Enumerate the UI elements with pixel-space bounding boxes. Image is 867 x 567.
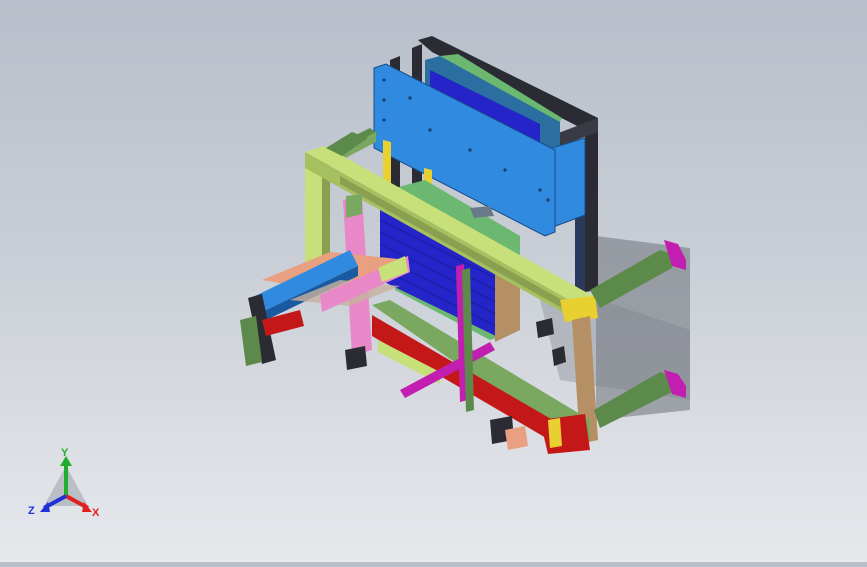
cad-3d-viewport[interactable]: Y X Z xyxy=(0,0,867,562)
axis-label-y: Y xyxy=(61,448,69,459)
vent-plate xyxy=(470,206,494,218)
coordinate-triad-icon: Y X Z xyxy=(28,447,100,519)
axis-label-x: X xyxy=(92,507,100,519)
assembly-model[interactable] xyxy=(0,0,867,562)
axis-label-z: Z xyxy=(28,505,35,517)
coordinate-triad[interactable]: Y X Z xyxy=(26,447,106,524)
